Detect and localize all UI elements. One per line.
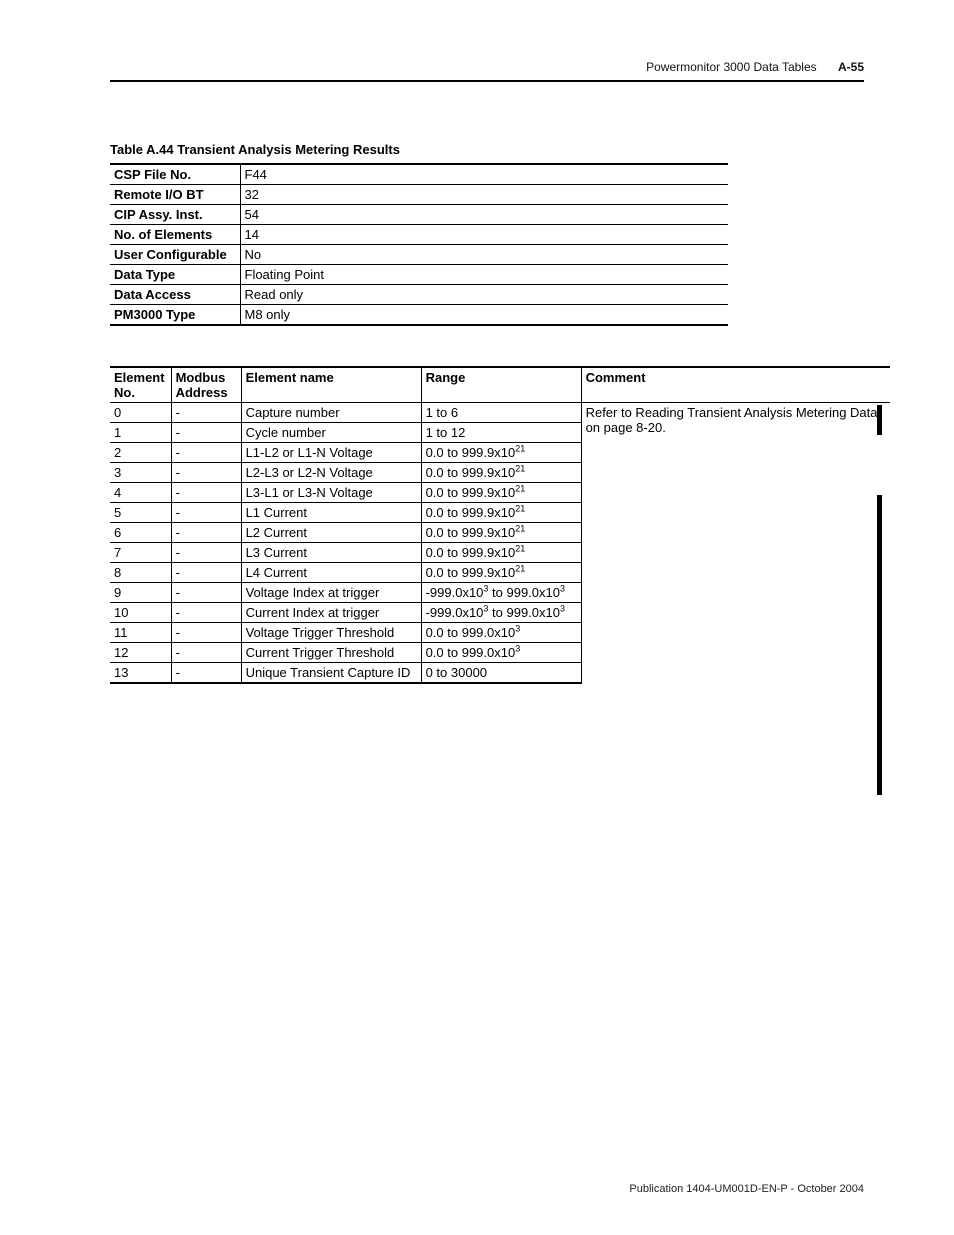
cell-range: 0.0 to 999.9x1021: [421, 503, 581, 523]
cell-range: -999.0x103 to 999.0x103: [421, 583, 581, 603]
cell-range: 1 to 6: [421, 403, 581, 423]
publication-footer: Publication 1404-UM001D-EN-P - October 2…: [629, 1183, 864, 1195]
cell-element-name: L3-L1 or L3-N Voltage: [241, 483, 421, 503]
col-element-name: Element name: [241, 367, 421, 403]
meta-value: 14: [240, 225, 728, 245]
cell-element-name: L4 Current: [241, 563, 421, 583]
cell-element-no: 12: [110, 643, 171, 663]
page-number: A-55: [838, 60, 864, 74]
cell-modbus: -: [171, 583, 241, 603]
col-modbus: Modbus Address: [171, 367, 241, 403]
meta-value: Floating Point: [240, 265, 728, 285]
table-title: Table A.44 Transient Analysis Metering R…: [110, 142, 864, 157]
cell-comment: Refer to Reading Transient Analysis Mete…: [581, 403, 890, 684]
cell-element-no: 5: [110, 503, 171, 523]
meta-row: CIP Assy. Inst.54: [110, 205, 728, 225]
cell-range: 0 to 30000: [421, 663, 581, 684]
meta-row: No. of Elements14: [110, 225, 728, 245]
cell-range: 0.0 to 999.9x1021: [421, 543, 581, 563]
cell-element-name: Current Index at trigger: [241, 603, 421, 623]
cell-element-no: 6: [110, 523, 171, 543]
meta-row: Data AccessRead only: [110, 285, 728, 305]
cell-modbus: -: [171, 423, 241, 443]
cell-modbus: -: [171, 523, 241, 543]
cell-range: 0.0 to 999.9x1021: [421, 483, 581, 503]
header-rule: [110, 80, 864, 82]
meta-value: Read only: [240, 285, 728, 305]
meta-value: 32: [240, 185, 728, 205]
cell-modbus: -: [171, 463, 241, 483]
cell-element-name: L3 Current: [241, 543, 421, 563]
meta-row: PM3000 TypeM8 only: [110, 305, 728, 326]
cell-range: 0.0 to 999.9x1021: [421, 443, 581, 463]
meta-label: No. of Elements: [110, 225, 240, 245]
cell-modbus: -: [171, 603, 241, 623]
meta-label: Data Type: [110, 265, 240, 285]
cell-modbus: -: [171, 543, 241, 563]
cell-modbus: -: [171, 403, 241, 423]
meta-row: User ConfigurableNo: [110, 245, 728, 265]
cell-modbus: -: [171, 443, 241, 463]
cell-element-name: L2-L3 or L2-N Voltage: [241, 463, 421, 483]
meta-row: CSP File No.F44: [110, 164, 728, 185]
cell-element-name: Cycle number: [241, 423, 421, 443]
change-bar: [877, 495, 882, 795]
page-header: Powermonitor 3000 Data Tables A-55: [110, 60, 864, 80]
cell-range: 0.0 to 999.0x103: [421, 623, 581, 643]
cell-element-name: Current Trigger Threshold: [241, 643, 421, 663]
meta-value: M8 only: [240, 305, 728, 326]
cell-element-name: Voltage Index at trigger: [241, 583, 421, 603]
meta-row: Data TypeFloating Point: [110, 265, 728, 285]
cell-element-no: 10: [110, 603, 171, 623]
meta-table: CSP File No.F44Remote I/O BT32CIP Assy. …: [110, 163, 728, 326]
cell-element-name: L1 Current: [241, 503, 421, 523]
cell-modbus: -: [171, 643, 241, 663]
cell-range: 0.0 to 999.0x103: [421, 643, 581, 663]
meta-row: Remote I/O BT32: [110, 185, 728, 205]
cell-range: 0.0 to 999.9x1021: [421, 463, 581, 483]
cell-range: -999.0x103 to 999.0x103: [421, 603, 581, 623]
cell-element-name: L1-L2 or L1-N Voltage: [241, 443, 421, 463]
cell-element-no: 2: [110, 443, 171, 463]
cell-modbus: -: [171, 563, 241, 583]
cell-element-no: 1: [110, 423, 171, 443]
meta-label: User Configurable: [110, 245, 240, 265]
cell-element-name: Voltage Trigger Threshold: [241, 623, 421, 643]
cell-modbus: -: [171, 663, 241, 684]
meta-label: CSP File No.: [110, 164, 240, 185]
cell-element-name: Unique Transient Capture ID: [241, 663, 421, 684]
meta-label: Data Access: [110, 285, 240, 305]
meta-value: 54: [240, 205, 728, 225]
cell-element-no: 13: [110, 663, 171, 684]
meta-value: No: [240, 245, 728, 265]
cell-element-no: 7: [110, 543, 171, 563]
cell-element-no: 0: [110, 403, 171, 423]
cell-element-no: 11: [110, 623, 171, 643]
cell-element-no: 3: [110, 463, 171, 483]
cell-element-name: L2 Current: [241, 523, 421, 543]
col-element-no: Element No.: [110, 367, 171, 403]
cell-element-no: 8: [110, 563, 171, 583]
cell-range: 1 to 12: [421, 423, 581, 443]
meta-value: F44: [240, 164, 728, 185]
cell-range: 0.0 to 999.9x1021: [421, 563, 581, 583]
cell-element-no: 4: [110, 483, 171, 503]
meta-label: CIP Assy. Inst.: [110, 205, 240, 225]
cell-modbus: -: [171, 623, 241, 643]
cell-modbus: -: [171, 483, 241, 503]
cell-range: 0.0 to 999.9x1021: [421, 523, 581, 543]
meta-label: Remote I/O BT: [110, 185, 240, 205]
doc-title: Powermonitor 3000 Data Tables: [646, 60, 817, 74]
elements-table: Element No. Modbus Address Element name …: [110, 366, 890, 684]
cell-element-no: 9: [110, 583, 171, 603]
change-bar: [877, 405, 882, 435]
table-row: 0-Capture number1 to 6Refer to Reading T…: [110, 403, 890, 423]
cell-element-name: Capture number: [241, 403, 421, 423]
meta-label: PM3000 Type: [110, 305, 240, 326]
col-comment: Comment: [581, 367, 890, 403]
cell-modbus: -: [171, 503, 241, 523]
col-range: Range: [421, 367, 581, 403]
